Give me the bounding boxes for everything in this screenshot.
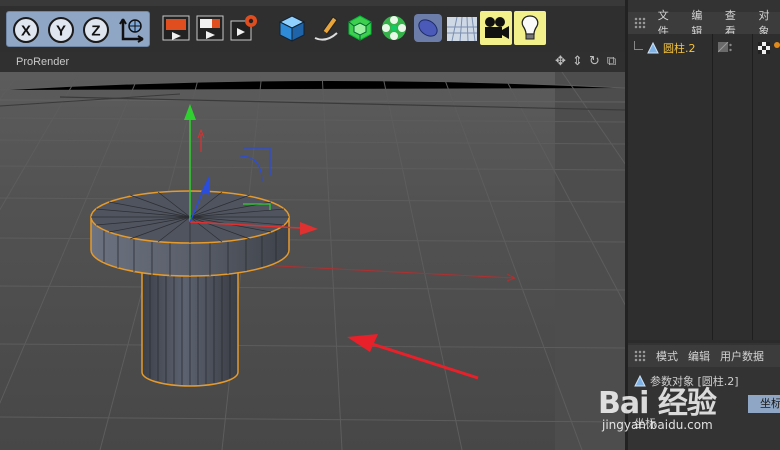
- z-axis-label: Z: [91, 23, 100, 40]
- cloner-icon: [382, 16, 406, 40]
- render-view-icon: [162, 15, 190, 41]
- subdivision-icon: [348, 15, 372, 41]
- viewport-background: [0, 72, 625, 450]
- panel-grip-icon[interactable]: [634, 350, 646, 362]
- menu-mode[interactable]: 模式: [656, 348, 678, 364]
- tag-indicator-icon: [774, 42, 780, 48]
- render-view-button[interactable]: [160, 11, 192, 45]
- cloner-button[interactable]: [378, 11, 410, 45]
- floor-icon: [447, 16, 477, 42]
- object-list[interactable]: [628, 34, 780, 340]
- pen-spline-button[interactable]: [310, 11, 342, 45]
- light-button[interactable]: [514, 11, 546, 45]
- world-coordinate-button[interactable]: [114, 14, 147, 46]
- move-view-icon[interactable]: ✥: [553, 54, 568, 69]
- render-settings-button[interactable]: [228, 11, 260, 45]
- light-icon: [521, 15, 539, 40]
- world-coordinate-icon: [118, 18, 144, 43]
- render-group: [160, 11, 260, 47]
- watermark-url: jingyan.baidu.com: [602, 418, 713, 432]
- toolbar-top-strip: [0, 0, 625, 6]
- layer-visibility-icon[interactable]: [718, 42, 732, 54]
- create-objects-group: [276, 11, 546, 47]
- viewport-scene[interactable]: [0, 72, 625, 450]
- render-settings-icon: [230, 15, 257, 41]
- deformer-button[interactable]: [412, 11, 444, 45]
- cylinder-stem[interactable]: [141, 267, 239, 387]
- viewport-title: ProRender: [16, 56, 70, 68]
- cube-icon: [278, 15, 306, 42]
- rotate-view-icon[interactable]: ↻: [587, 54, 602, 69]
- watermark-logo: Bai 经验: [598, 386, 717, 421]
- panel-grip-icon[interactable]: [634, 17, 646, 29]
- x-axis-lock-button[interactable]: X: [9, 14, 42, 46]
- x-axis-label: X: [20, 23, 30, 40]
- camera-button[interactable]: [480, 11, 512, 45]
- attribute-manager-menu: 模式 编辑 用户数据: [628, 345, 780, 367]
- pen-spline-icon: [314, 16, 338, 41]
- deformer-icon: [414, 14, 442, 42]
- baidu-jingyan-watermark: Bai 经验 jingyan.baidu.com: [598, 378, 780, 450]
- column-separator: [752, 34, 753, 340]
- render-picture-viewer-icon: [196, 15, 224, 41]
- render-picture-viewer-button[interactable]: [194, 11, 226, 45]
- cube-button[interactable]: [276, 11, 308, 45]
- object-name[interactable]: 圆柱.2: [663, 40, 696, 56]
- object-row-cylinder[interactable]: 圆柱.2: [634, 40, 696, 56]
- object-manager-menu: 文件 编辑 查看 对象: [628, 9, 780, 38]
- viewport-header: ProRender ✥ ⇕ ↻ ⧉: [0, 52, 625, 72]
- axis-lock-group: X Y Z: [6, 11, 150, 47]
- z-axis-lock-button[interactable]: Z: [79, 14, 112, 46]
- floor-button[interactable]: [446, 11, 478, 45]
- y-axis-label: Y: [55, 23, 65, 40]
- main-toolbar: X Y Z: [0, 0, 625, 52]
- y-axis-lock-button[interactable]: Y: [44, 14, 77, 46]
- checker-tag-icon[interactable]: [758, 42, 770, 54]
- column-separator: [712, 34, 713, 340]
- viewport-nav-controls: ✥ ⇕ ↻ ⧉: [553, 54, 619, 69]
- tree-branch: [634, 40, 643, 50]
- menu-edit[interactable]: 编辑: [688, 348, 710, 364]
- subdivision-button[interactable]: [344, 11, 376, 45]
- object-manager: 文件 编辑 查看 对象 圆柱.2: [628, 0, 780, 340]
- camera-icon: [485, 17, 509, 39]
- cylinder-object-icon: [647, 42, 659, 54]
- menu-user-data[interactable]: 用户数据: [720, 348, 764, 364]
- cinema4d-window: X Y Z ProRender ✥ ⇕ ↻ ⧉ 文件 编辑 查看 对象 圆柱.2…: [0, 0, 780, 450]
- maximize-view-icon[interactable]: ⧉: [604, 54, 619, 69]
- zoom-view-icon[interactable]: ⇕: [570, 54, 585, 69]
- 3d-viewport[interactable]: ProRender ✥ ⇕ ↻ ⧉: [0, 52, 625, 450]
